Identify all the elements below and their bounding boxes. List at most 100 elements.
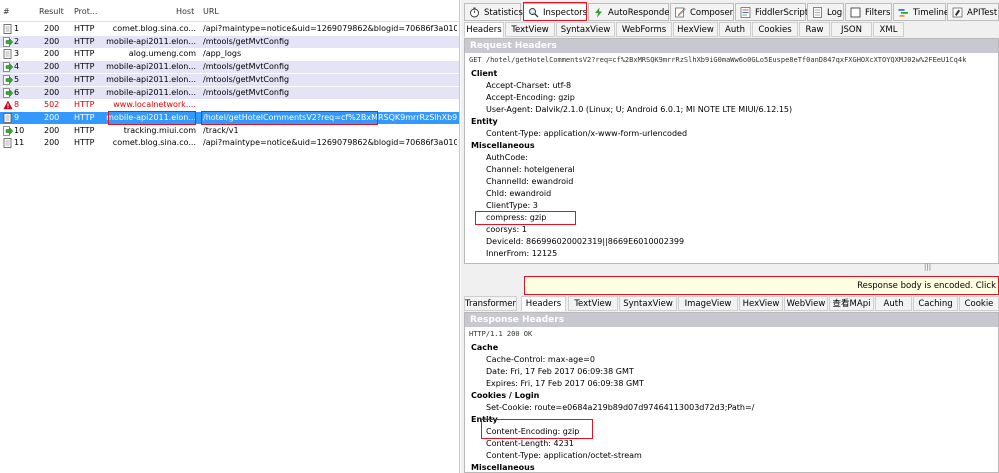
session-number: 9 [14,112,20,122]
response-tab[interactable]: HexView [739,296,783,311]
session-host: mobile-api2011.elon... [106,36,196,46]
request-tab[interactable]: SyntaxView [556,22,615,37]
header-entry[interactable]: InnerFrom: 12125 [486,249,557,258]
tab-timeline[interactable]: Timeline [893,3,949,21]
header-entry[interactable]: Set-Cookie: route=e0684a219b89d07d974641… [486,403,754,412]
encoded-body-notice[interactable]: Response body is encoded. Click [524,276,999,295]
column-header-url[interactable]: URL [203,7,219,16]
response-tab[interactable]: Transformer [464,296,517,311]
response-tab[interactable]: Cookie [959,296,999,311]
response-tab[interactable]: WebView [784,296,828,311]
session-protocol: HTTP [74,24,95,33]
request-tab[interactable]: Cookies [752,22,798,37]
log-icon [812,7,823,18]
header-category: Cache [471,343,499,352]
header-entry[interactable]: ChId: ewandroid [486,189,551,198]
tab-log[interactable]: Log [807,3,844,21]
request-tab[interactable]: Headers [464,22,504,37]
page-icon [3,112,13,123]
tab-label: AutoResponder [608,8,674,18]
session-row[interactable]: 8 502 HTTP www.localnetwork.... [0,99,459,112]
session-result: 200 [44,125,60,135]
response-tab[interactable]: Auth [875,296,912,311]
column-header-protocol[interactable]: Prot... [74,7,97,16]
session-row[interactable]: 4 200 HTTP mobile-api2011.elon... /mtools/ge… [0,61,459,74]
header-entry[interactable]: Content-Type: application/x-www-form-url… [486,129,687,138]
session-row[interactable]: 3 200 HTTP alog.umeng.com/app_logs [0,48,459,60]
response-headers-title: Response Headers [465,313,998,327]
session-row[interactable]: 5 200 HTTP mobile-api2011.elon... /mtools/ge… [0,73,459,86]
session-row[interactable]: 10 200 HTTP tracking.miui.com/track/v1 [0,125,459,137]
column-header-result[interactable]: Result [39,7,64,16]
request-horizontal-scrollbar[interactable]: ||| [464,263,999,273]
session-result: 200 [44,138,60,148]
scrollbar-thumb-grip[interactable]: ||| [924,263,931,271]
script-icon [740,7,751,18]
response-tab[interactable]: SyntaxView [619,296,677,311]
session-row[interactable]: 2 200 HTTP mobile-api2011.elon... /mtools/ge… [0,35,459,48]
encoded-body-notice-text[interactable]: Response body is encoded. Click [857,281,996,291]
header-entry[interactable]: ClientType: 3 [486,201,538,210]
header-entry[interactable]: Cache-Control: max-age=0 [486,355,595,364]
session-result: 200 [44,49,60,59]
response-tab[interactable]: Caching [913,296,958,311]
header-entry[interactable]: AuthCode: [486,153,528,162]
timeline-icon [898,7,909,18]
tab-apitest[interactable]: APITest [947,3,999,21]
header-category: Miscellaneous [471,463,535,472]
session-protocol: HTTP [74,62,95,72]
tab-label: Composer [690,8,734,18]
session-result: 200 [44,74,60,84]
header-entry[interactable]: Accept-Encoding: gzip [486,93,575,102]
session-protocol: HTTP [74,87,95,97]
response-tab[interactable]: Headers [521,296,566,311]
response-headers-panel: Response Headers HTTP/1.1 200 OK Cache Ca… [464,312,999,473]
tab-statistics[interactable]: Statistics [464,3,523,21]
page-icon [3,49,13,60]
request-tab[interactable]: WebForms [616,22,672,37]
tab-label: APITest [967,8,998,18]
header-entry[interactable]: Channel: hotelgeneral [486,165,575,174]
header-entry[interactable]: Content-Type: application/octet-stream [486,451,642,460]
api-icon [952,7,963,18]
request-tab[interactable]: XML [873,22,904,37]
session-row[interactable]: 1 200 HTTP comet.blog.sina.co... /api?mainty… [0,23,459,35]
column-header-num[interactable]: # [3,7,10,16]
tab-filters[interactable]: Filters [845,3,892,21]
tab-composer[interactable]: Composer [670,3,734,21]
header-entry[interactable]: Content-Length: 4231 [486,439,574,448]
session-host: alog.umeng.com [128,49,196,59]
request-tab[interactable]: Raw [799,22,830,37]
header-entry[interactable]: Accept-Charset: utf-8 [486,81,571,90]
request-tab[interactable]: TextView [505,22,555,37]
request-tab[interactable]: HexView [673,22,718,37]
session-row[interactable]: 11 200 HTTP comet.blog.sina.co... /api?maint… [0,137,459,149]
session-url: /api?maintype=notice&uid=1269079862&blog… [203,138,457,148]
header-entry[interactable]: DeviceId: 866996020002319||8669E60100023… [486,237,684,246]
arrow-icon [3,62,13,72]
session-url: /mtools/getMvtConfig [203,36,290,46]
response-tab[interactable]: ImageView [678,296,738,311]
request-tab[interactable]: JSON [831,22,872,37]
header-entry[interactable]: Date: Fri, 17 Feb 2017 06:09:38 GMT [486,367,634,376]
session-number: 1 [14,24,20,33]
request-headers-title: Request Headers [465,39,998,53]
session-row[interactable]: 6 200 HTTP mobile-api2011.elon... /mtools/ge… [0,86,459,99]
header-entry[interactable]: Expires: Fri, 17 Feb 2017 06:09:38 GMT [486,379,644,388]
response-status-line: HTTP/1.1 200 OK [469,330,533,338]
header-entry[interactable]: User-Agent: Dalvik/2.1.0 (Linux; U; Andr… [486,105,792,114]
response-tab[interactable]: 查看MApi [829,296,874,311]
tab-label: Log [827,8,843,18]
url-highlight-box [201,111,378,125]
request-tab[interactable]: Auth [719,22,751,37]
column-header-host[interactable]: Host [176,7,194,16]
session-list[interactable]: # Result Prot... Host URL 1 200 HTTP comet.… [0,0,460,473]
header-entry[interactable]: coorsys: 1 [486,225,527,234]
tab-autoresponder[interactable]: AutoResponder [588,3,673,21]
header-entry[interactable]: ChannelId: ewandroid [486,177,573,186]
inspectors-tab-highlight-box [523,2,587,21]
tab-fiddlerscript[interactable]: FiddlerScript [735,3,808,21]
stopwatch-icon [469,7,480,18]
response-tab[interactable]: TextView [568,296,618,311]
session-number: 6 [14,87,20,97]
